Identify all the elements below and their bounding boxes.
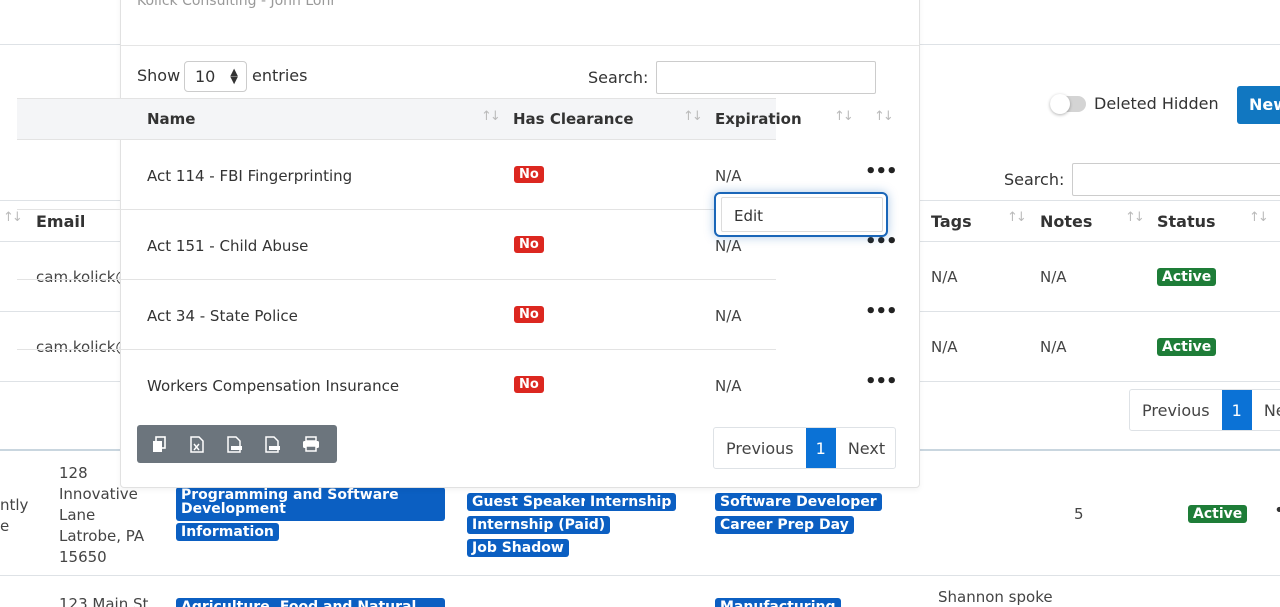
show-label: Show [137,66,181,85]
sort-icon[interactable]: ↑↓ [3,210,23,225]
expiration-cell: N/A [715,167,742,185]
export-toolbar [137,425,337,463]
bg-next-button[interactable]: Ne [1252,390,1280,430]
clearance-badge: No [514,236,544,253]
notes-cell: N/A [1040,338,1067,356]
print-icon[interactable] [301,435,320,454]
name-cell: Act 34 - State Police [147,307,298,325]
edit-menu-item[interactable]: Edit [721,197,883,232]
sort-caret-icon: ▲ ▼ [230,67,238,86]
modal-pagination: Previous 1 Next [713,427,896,469]
name-cell: Workers Compensation Insurance [147,377,400,395]
status-badge: Active [1157,338,1217,356]
modal-subtitle: Kolick Consulting - John Lohr [137,0,337,9]
address-cell: 123 Main St [59,595,149,607]
sort-icon[interactable]: ↑↓ [481,109,501,124]
excel-icon[interactable] [187,435,206,454]
previous-button[interactable]: Previous [714,428,806,468]
modal-search-label: Search: [588,68,649,87]
copy-icon[interactable] [149,435,168,454]
bg-page-1-button[interactable]: 1 [1221,390,1252,430]
activity-tag: Internship (Paid) [467,516,611,534]
pdf-icon[interactable] [263,435,282,454]
toggle-label: Deleted Hidden [1094,94,1219,113]
career-tag: Manufacturing [715,598,841,607]
sort-icon[interactable]: ↑↓ [1249,210,1269,225]
tags-cell: N/A [931,338,958,356]
entries-label: entries [252,66,308,85]
status-badge: Active [1188,505,1248,523]
bg-previous-button[interactable]: Previous [1130,390,1222,430]
clearance-badge: No [514,376,544,393]
column-name[interactable]: Name [147,110,195,128]
sort-icon[interactable]: ↑↓ [1007,210,1027,225]
bg-pagination: Previous 1 Ne [1129,389,1280,431]
notes-cell: Shannon spoke [938,588,1053,606]
activity-tag: Guest Speaker [467,493,593,511]
activity-tag: Job Shadow [467,539,569,557]
column-expiration[interactable]: Expiration [715,110,802,128]
more-icon[interactable]: • [1274,500,1280,521]
expiration-cell: N/A [715,237,742,255]
count-cell: 5 [1074,505,1084,523]
industry-tag: Agriculture, Food and Natural [176,598,445,607]
industry-tag: Programming and Software Development [176,487,445,521]
more-actions-icon[interactable]: ••• [865,371,898,392]
column-status[interactable]: Status [1157,212,1216,231]
bg-search-input[interactable] [1072,163,1280,196]
clearance-badge: No [514,306,544,323]
column-has-clearance[interactable]: Has Clearance [513,110,634,128]
column-tags[interactable]: Tags [931,212,972,231]
csv-icon[interactable] [225,435,244,454]
expiration-cell: N/A [715,307,742,325]
more-actions-icon[interactable]: ••• [865,161,898,182]
clearance-badge: No [514,166,544,183]
career-tag: Software Developer [715,493,882,511]
column-notes[interactable]: Notes [1040,212,1092,231]
next-button[interactable]: Next [836,428,895,468]
text-fragment: ntly [0,496,29,514]
modal-search-input[interactable] [656,61,876,94]
sort-icon[interactable]: ↑↓ [834,109,854,124]
status-badge: Active [1157,268,1217,286]
page-1-button[interactable]: 1 [805,428,836,468]
sort-icon[interactable]: ↑↓ [683,109,703,124]
name-cell: Act 114 - FBI Fingerprinting [147,167,353,185]
row-actions-dropdown: Edit [714,192,888,237]
name-cell: Act 151 - Child Abuse [147,237,309,255]
expiration-cell: N/A [715,377,742,395]
tags-cell: N/A [931,268,958,286]
text-fragment: e [0,517,10,535]
table-header [17,98,776,140]
career-tag: Career Prep Day [715,516,854,534]
column-email[interactable]: Email [36,212,85,231]
more-actions-icon[interactable]: ••• [865,301,898,322]
notes-cell: N/A [1040,268,1067,286]
sort-icon[interactable]: ↑↓ [874,109,894,124]
new-button[interactable]: New [1237,86,1280,124]
email-cell: cam.kolick@ [36,268,131,286]
email-cell: cam.kolick@ [36,338,131,356]
bg-search-label: Search: [1004,170,1065,189]
sort-icon[interactable]: ↑↓ [1125,210,1145,225]
entries-select[interactable]: 10 ▲ ▼ [184,61,247,92]
activity-tag: Internship [585,493,677,511]
deleted-hidden-toggle[interactable] [1050,94,1086,114]
industry-tag: Information [176,523,279,541]
